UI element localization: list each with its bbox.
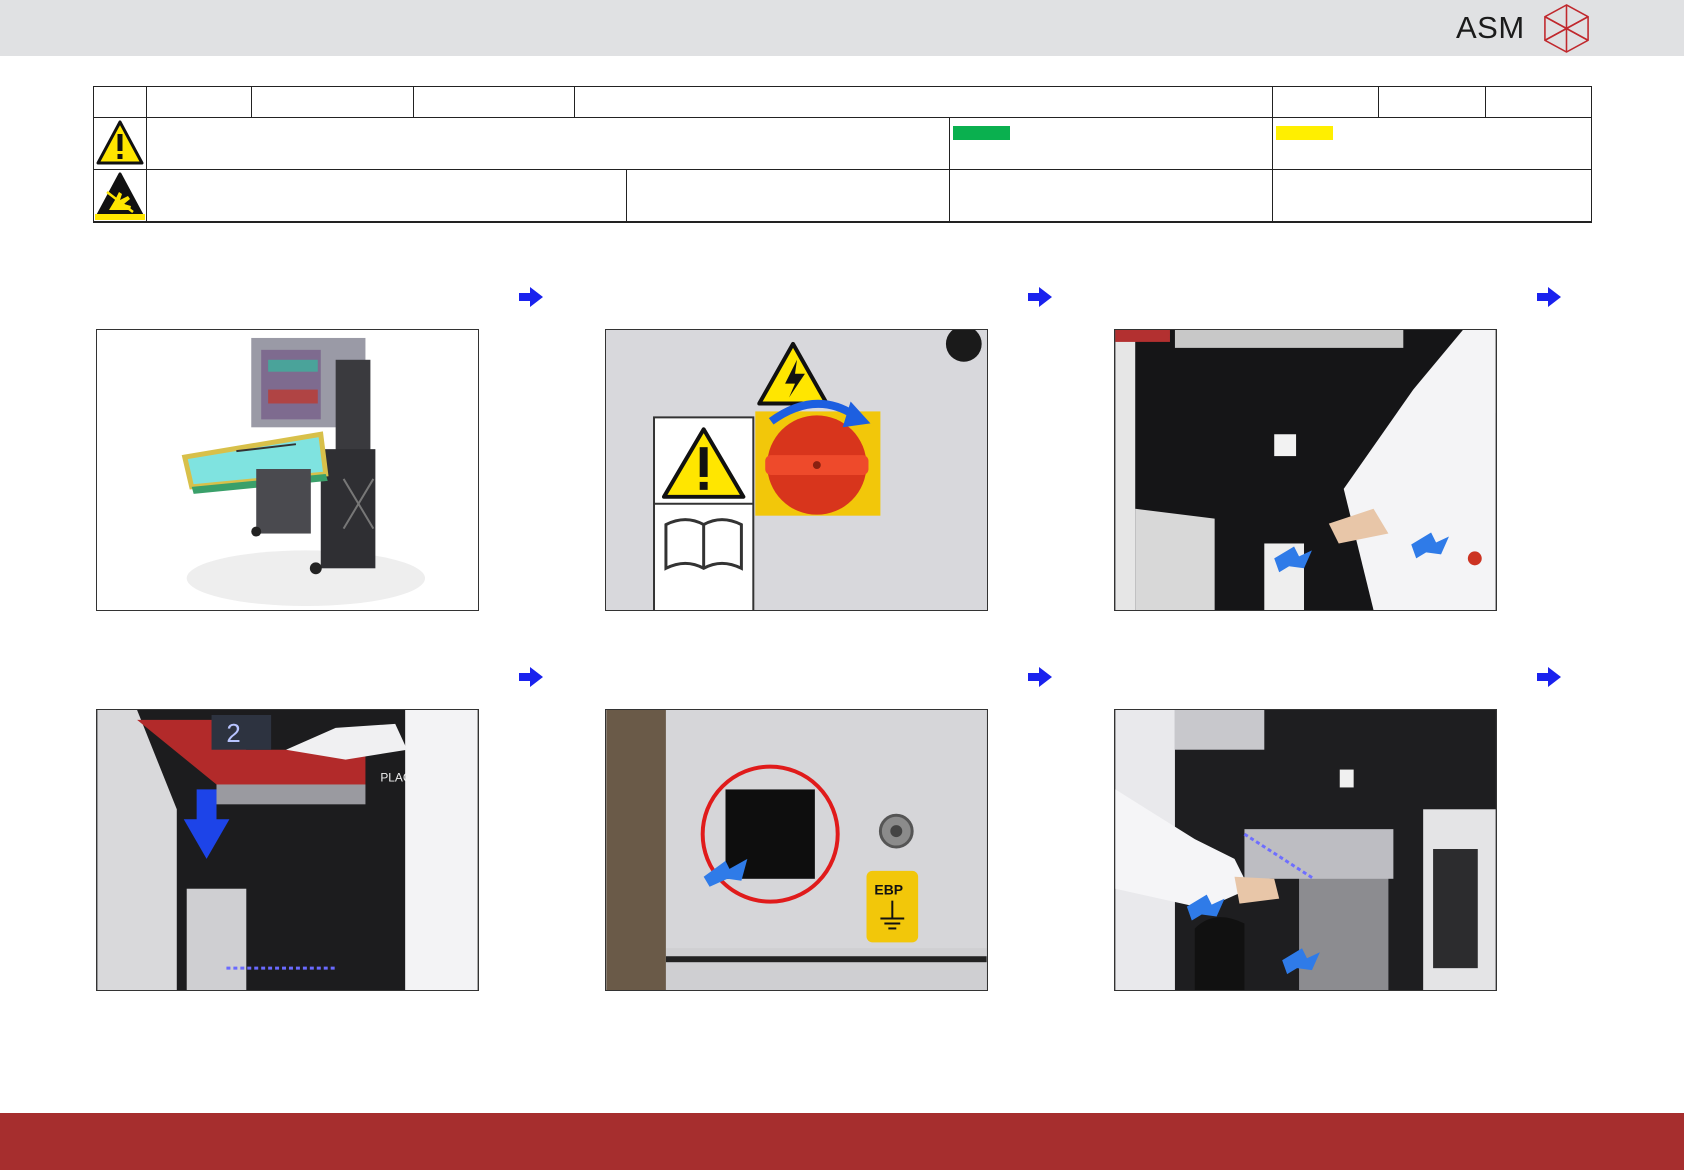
green-status-swatch — [953, 126, 1010, 140]
info-table-row — [93, 169, 1593, 223]
ebp-label: EBP — [874, 882, 903, 898]
asm-logo-icon — [1544, 4, 1589, 53]
table-cell — [1272, 169, 1593, 223]
table-cell — [93, 86, 147, 118]
top-bar: ASM — [0, 0, 1684, 56]
table-cell — [146, 169, 627, 223]
right-arrow-icon — [1537, 667, 1561, 687]
table-cell — [1272, 86, 1380, 118]
right-arrow-icon — [519, 667, 543, 687]
footer-bar — [0, 1113, 1684, 1170]
yellow-status-swatch — [1276, 126, 1334, 140]
brand-logo-text: ASM — [1456, 10, 1525, 45]
main-switch-image — [605, 329, 988, 611]
feeder-trolley-render-image — [96, 329, 479, 611]
warning-triangle-icon — [96, 120, 144, 165]
table-cell — [93, 117, 147, 170]
table-cell — [146, 117, 950, 170]
right-arrow-icon — [1028, 667, 1052, 687]
table-cell — [573, 86, 1274, 118]
right-arrow-icon — [519, 287, 543, 307]
right-arrow-icon — [1028, 287, 1052, 307]
lowering-cover-image: 2 PLACE — [96, 709, 479, 991]
table-cell — [626, 169, 950, 223]
info-table — [93, 86, 1593, 223]
table-cell — [1378, 86, 1487, 118]
table-cell — [1272, 117, 1593, 170]
cover-number-label: 2 — [226, 720, 240, 748]
table-cell — [948, 117, 1274, 170]
emergency-button-image: EBP — [605, 709, 988, 991]
table-cell — [146, 86, 252, 118]
operator-handles-image — [1114, 329, 1497, 611]
info-table-row — [93, 117, 1593, 170]
table-cell — [251, 86, 414, 118]
esd-hand-icon — [95, 172, 145, 220]
right-arrow-icon — [1537, 287, 1561, 307]
table-cell — [948, 169, 1274, 223]
table-cell — [1485, 86, 1593, 118]
table-cell — [93, 169, 147, 223]
inserting-trolley-image — [1114, 709, 1497, 991]
info-table-row — [93, 86, 1593, 118]
table-cell — [413, 86, 575, 118]
